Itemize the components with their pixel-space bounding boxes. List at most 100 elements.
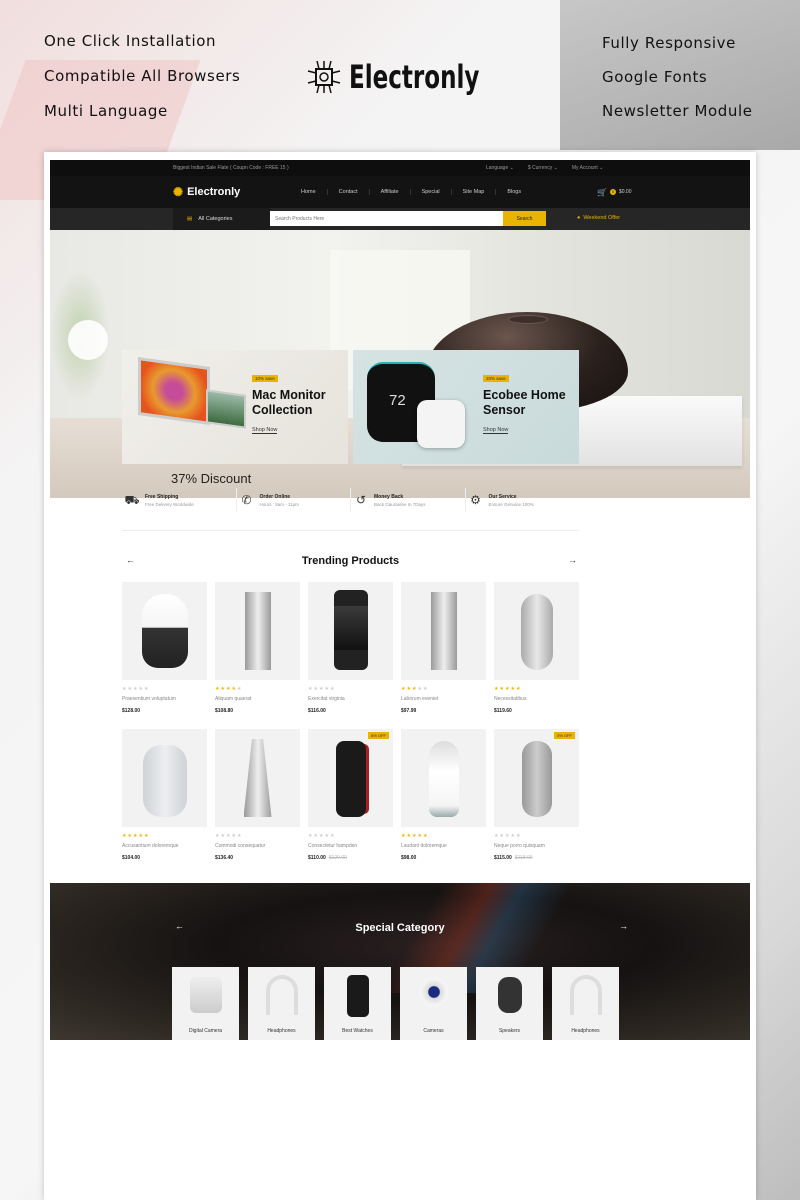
- rating-stars: ★★★★★: [401, 686, 486, 692]
- thermostat-display: 72: [389, 392, 406, 409]
- currency-dropdown[interactable]: $ Currency ⌄: [528, 165, 558, 171]
- product-card[interactable]: ★★★★★ Praesentium voluptatum $128.00: [122, 582, 207, 729]
- all-categories-button[interactable]: ▤ All Categories: [173, 208, 270, 230]
- product-name[interactable]: Accusantium doloremque: [122, 843, 207, 849]
- product-price-row: $104.00: [122, 855, 207, 861]
- brand-logo: Electronly: [305, 58, 512, 96]
- nav-blogs[interactable]: Blogs: [496, 189, 532, 195]
- category-label: Cameras: [423, 1028, 444, 1034]
- product-card[interactable]: ★★★★★ Necessitatibus $119.60: [494, 582, 579, 729]
- category-tile[interactable]: Headphones: [552, 967, 619, 1040]
- service-free-shipping: ⛟ Free Shipping Free Delivery Worldwide: [122, 488, 237, 512]
- promo-ecobee[interactable]: 72 20% save Ecobee Home Sensor Shop Now: [353, 350, 579, 464]
- account-dropdown[interactable]: My Account ⌄: [572, 165, 603, 171]
- service-our-service: ⚙ Our Service Ensure Genuine 100%: [466, 488, 580, 512]
- product-image[interactable]: 3% OFF: [494, 729, 579, 827]
- product-name[interactable]: Aliquam quaerat: [215, 696, 300, 702]
- rating-stars: ★★★★★: [308, 686, 393, 692]
- shop-now-link[interactable]: Shop Now: [483, 427, 509, 434]
- category-tile[interactable]: Speakers: [476, 967, 543, 1040]
- category-tile[interactable]: Best Watches: [324, 967, 391, 1040]
- lamp-decoration: [68, 320, 108, 360]
- top-bar: Biggest Indian Sale Flate ( Coupn Code :…: [50, 160, 750, 176]
- product-price: $115.00: [494, 855, 512, 861]
- product-card[interactable]: ★★★★★ Laudant doloremque $98.00: [401, 729, 486, 876]
- promo-mac-monitor[interactable]: 10% save Mac Monitor Collection Shop Now: [122, 350, 348, 464]
- search-input[interactable]: [270, 211, 503, 226]
- special-category-list: Digital Camera Headphones Best Watches Came…: [172, 967, 619, 1040]
- product-image[interactable]: [308, 582, 393, 680]
- shop-now-link[interactable]: Shop Now: [252, 427, 278, 434]
- brand-name: Electronly: [349, 58, 480, 96]
- product-name[interactable]: Neque porro quisquam: [494, 843, 579, 849]
- site-logo[interactable]: ✺ Electronly: [173, 185, 240, 199]
- rating-stars: ★★★★★: [215, 686, 300, 692]
- product-card[interactable]: ★★★★★ Accusantium doloremque $104.00: [122, 729, 207, 876]
- product-name[interactable]: Commodi consequatur: [215, 843, 300, 849]
- product-price-row: $116.00: [308, 708, 393, 714]
- category-tile[interactable]: Headphones: [248, 967, 315, 1040]
- product-card[interactable]: 3% OFF ★★★★★ Neque porro quisquam $115.00 $1…: [494, 729, 579, 876]
- nav-contact[interactable]: Contact: [328, 189, 370, 195]
- product-image[interactable]: [215, 729, 300, 827]
- cart-icon: 🛒: [597, 187, 607, 197]
- trending-header: ← Trending Products →: [122, 555, 579, 569]
- category-tile[interactable]: Digital Camera: [172, 967, 239, 1040]
- category-tile[interactable]: Cameras: [400, 967, 467, 1040]
- product-name[interactable]: Praesentium voluptatum: [122, 696, 207, 702]
- weekend-offer-link[interactable]: ● Weekend Offer: [577, 215, 620, 221]
- nav-special[interactable]: Special: [411, 189, 452, 195]
- cart-button[interactable]: 🛒 0 $0.00: [597, 188, 631, 197]
- category-label: Speakers: [498, 1028, 521, 1034]
- site-brand-name: Electronly: [187, 186, 241, 198]
- cart-total: $0.00: [618, 189, 632, 195]
- feature-browsers: Compatible All Browsers: [44, 67, 241, 85]
- product-price: $98.00: [401, 855, 417, 861]
- product-card[interactable]: ★★★★★ Commodi consequatur $136.40: [215, 729, 300, 876]
- product-price-row: $98.00: [401, 855, 486, 861]
- nav-home[interactable]: Home: [290, 189, 328, 195]
- cart-count: 0: [609, 189, 616, 195]
- service-subtitle: Ensure Genuine 100%: [488, 501, 534, 507]
- product-name[interactable]: Necessitatibus: [494, 696, 579, 702]
- trending-next-arrow[interactable]: →: [568, 555, 577, 565]
- product-name[interactable]: Consectetur hampden: [308, 843, 393, 849]
- language-dropdown[interactable]: Language ⌄: [486, 165, 514, 171]
- service-title: Free Shipping: [145, 493, 179, 500]
- feature-language: Multi Language: [44, 102, 168, 120]
- product-card[interactable]: ★★★★★ Laborum eveniet $97.99: [401, 582, 486, 729]
- discount-badge: 8% OFF: [368, 732, 389, 739]
- nav-site-map[interactable]: Site Map: [452, 189, 497, 195]
- product-image[interactable]: 8% OFF: [308, 729, 393, 827]
- promo-text: Biggest Indian Sale Flate ( Coupn Code :…: [173, 165, 289, 171]
- hero-discount: 37% Discount: [171, 471, 252, 486]
- product-image[interactable]: [401, 582, 486, 680]
- rating-stars: ★★★★★: [122, 686, 207, 692]
- rating-stars: ★★★★★: [215, 833, 300, 839]
- special-next-arrow[interactable]: →: [619, 921, 628, 931]
- product-card[interactable]: 8% OFF ★★★★★ Consectetur hampden $110.00 $12…: [308, 729, 393, 876]
- product-name[interactable]: Laudant doloremque: [401, 843, 486, 849]
- rating-stars: ★★★★★: [401, 833, 486, 839]
- product-image[interactable]: [494, 582, 579, 680]
- service-order-online: ✆ Order Online Hours : 8am - 11pm: [237, 488, 351, 512]
- product-price-row: $136.40: [215, 855, 300, 861]
- product-card[interactable]: ★★★★★ Exercitat virginia $116.00: [308, 582, 393, 729]
- product-image[interactable]: [215, 582, 300, 680]
- sensor-image: [417, 400, 465, 448]
- search-button[interactable]: Search: [503, 211, 546, 226]
- product-name[interactable]: Exercitat virginia: [308, 696, 393, 702]
- product-card[interactable]: ★★★★★ Aliquam quaerat $108.80: [215, 582, 300, 729]
- feature-one-click: One Click Installation: [44, 32, 217, 50]
- trending-products-grid: ★★★★★ Praesentium voluptatum $128.00 ★★★★★ A…: [122, 582, 579, 876]
- product-image[interactable]: [401, 729, 486, 827]
- product-image[interactable]: [122, 729, 207, 827]
- promo-tag: 10% save: [252, 375, 278, 382]
- main-nav: ✺ Electronly Home Contact Affiliate Spec…: [50, 176, 750, 208]
- product-name[interactable]: Laborum eveniet: [401, 696, 486, 702]
- category-label: Best Watches: [342, 1028, 373, 1034]
- product-image[interactable]: [122, 582, 207, 680]
- undo-icon: ↺: [355, 493, 367, 507]
- nav-affiliate[interactable]: Affiliate: [370, 189, 411, 195]
- feature-newsletter: Newsletter Module: [602, 102, 753, 120]
